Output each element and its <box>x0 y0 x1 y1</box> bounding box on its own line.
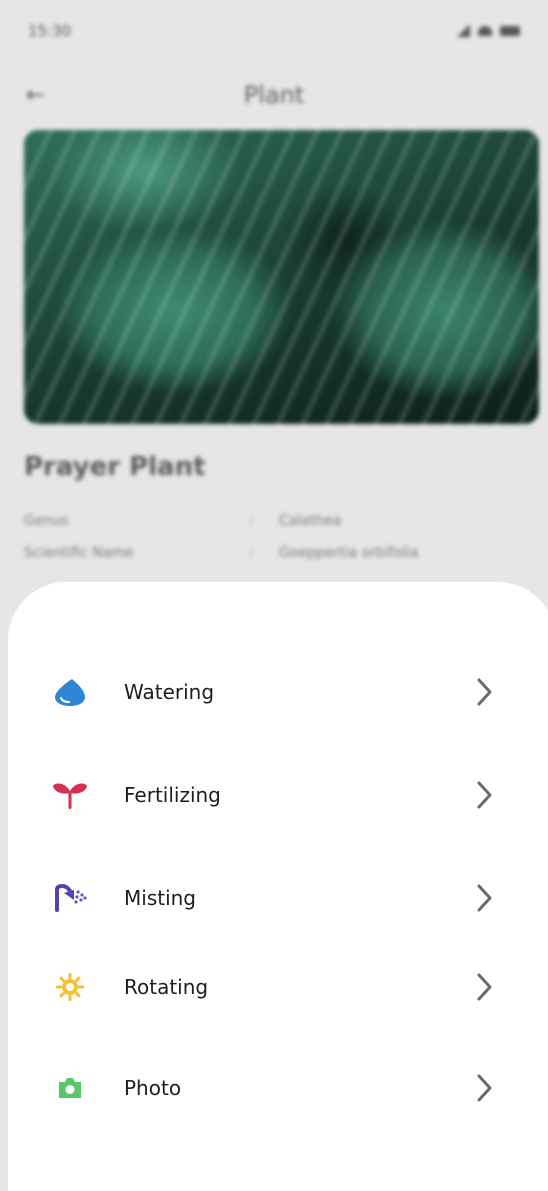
menu-item-label: Fertilizing <box>124 783 221 807</box>
status-time: 15:30 <box>28 22 72 40</box>
detail-key: Scientific Name <box>24 545 134 561</box>
chevron-right-icon <box>472 780 498 810</box>
detail-separator: : <box>249 513 254 529</box>
menu-item-label: Rotating <box>124 975 209 999</box>
detail-row-scientific-name: Scientific Name : Goeppertia orbifolia <box>24 545 524 561</box>
sprout-icon <box>50 775 90 815</box>
plant-screen: 15:30 ← Plant Prayer Plant Genus : Calat… <box>0 0 548 1191</box>
shower-icon <box>50 878 90 918</box>
detail-key: Genus <box>24 513 69 529</box>
detail-value: Calathea <box>279 513 342 529</box>
plant-name: Prayer Plant <box>24 452 206 482</box>
detail-row-genus: Genus : Calathea <box>24 513 524 529</box>
nav-bar: ← Plant <box>26 78 522 112</box>
plant-photo <box>24 130 539 424</box>
menu-item-photo[interactable]: Photo <box>8 1058 548 1118</box>
chevron-right-icon <box>472 972 498 1002</box>
detail-separator: : <box>249 545 254 561</box>
menu-item-watering[interactable]: Watering <box>8 662 548 722</box>
chevron-right-icon <box>472 1073 498 1103</box>
sun-rotate-icon <box>50 967 90 1007</box>
chevron-right-icon <box>472 677 498 707</box>
back-arrow-icon[interactable]: ← <box>26 83 44 108</box>
water-drop-icon <box>50 672 90 712</box>
chevron-right-icon <box>472 883 498 913</box>
camera-icon <box>50 1068 90 1108</box>
wifi-icon <box>478 26 492 36</box>
battery-icon <box>500 26 520 36</box>
signal-icon <box>456 25 470 37</box>
menu-item-label: Misting <box>124 886 197 910</box>
status-bar: 15:30 <box>28 18 520 44</box>
menu-item-label: Photo <box>124 1076 182 1100</box>
menu-item-label: Watering <box>124 680 215 704</box>
page-title: Plant <box>243 81 305 109</box>
detail-value: Goeppertia orbifolia <box>279 545 419 561</box>
care-options-sheet: Watering Fertilizing Misting Rotating Ph… <box>8 582 548 1191</box>
menu-item-misting[interactable]: Misting <box>8 868 548 928</box>
menu-item-fertilizing[interactable]: Fertilizing <box>8 765 548 825</box>
menu-item-rotating[interactable]: Rotating <box>8 957 548 1017</box>
status-icons <box>456 25 520 37</box>
